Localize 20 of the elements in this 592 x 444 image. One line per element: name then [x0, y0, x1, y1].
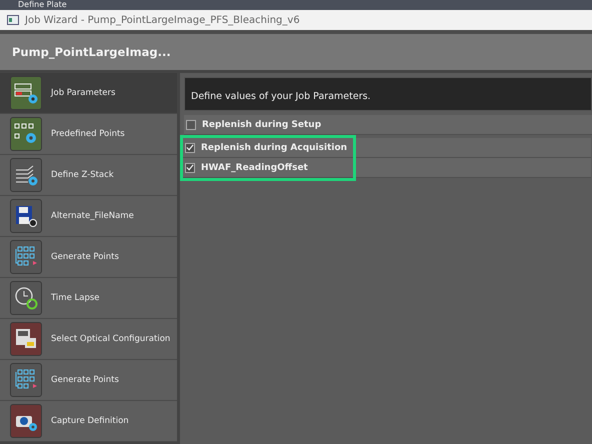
window-title: Job Wizard - Pump_PointLargeImage_PFS_Bleaching_v6 — [25, 14, 300, 26]
sidebar-item[interactable]: Alternate_FileName — [0, 196, 177, 237]
option-label: Replenish during Setup — [202, 120, 322, 130]
checkbox[interactable] — [186, 120, 196, 130]
sidebar-item[interactable]: Select Optical Configuration — [0, 319, 177, 360]
window-icon — [7, 15, 19, 25]
checkbox[interactable] — [185, 142, 195, 152]
job-title: Pump_PointLargeImag... — [12, 45, 171, 59]
sidebar-item[interactable]: Generate Points — [0, 237, 177, 278]
sidebar-item[interactable]: Capture Definition — [0, 401, 177, 442]
checkbox[interactable] — [185, 162, 195, 172]
sidebar-item[interactable]: Define Z-Stack — [0, 155, 177, 196]
option-label: Replenish during Acquisition — [201, 142, 348, 152]
description-text: Define values of your Job Parameters. — [191, 91, 371, 102]
option-label: HWAF_ReadingOffset — [201, 162, 308, 172]
sidebar-item[interactable]: Generate Points — [0, 360, 177, 401]
sidebar-item[interactable]: Job Parameters — [0, 73, 177, 114]
sidebar-item[interactable]: Time Lapse — [0, 278, 177, 319]
sidebar-item[interactable]: Predefined Points — [0, 114, 177, 155]
background-label: Define Plate — [18, 0, 68, 10]
